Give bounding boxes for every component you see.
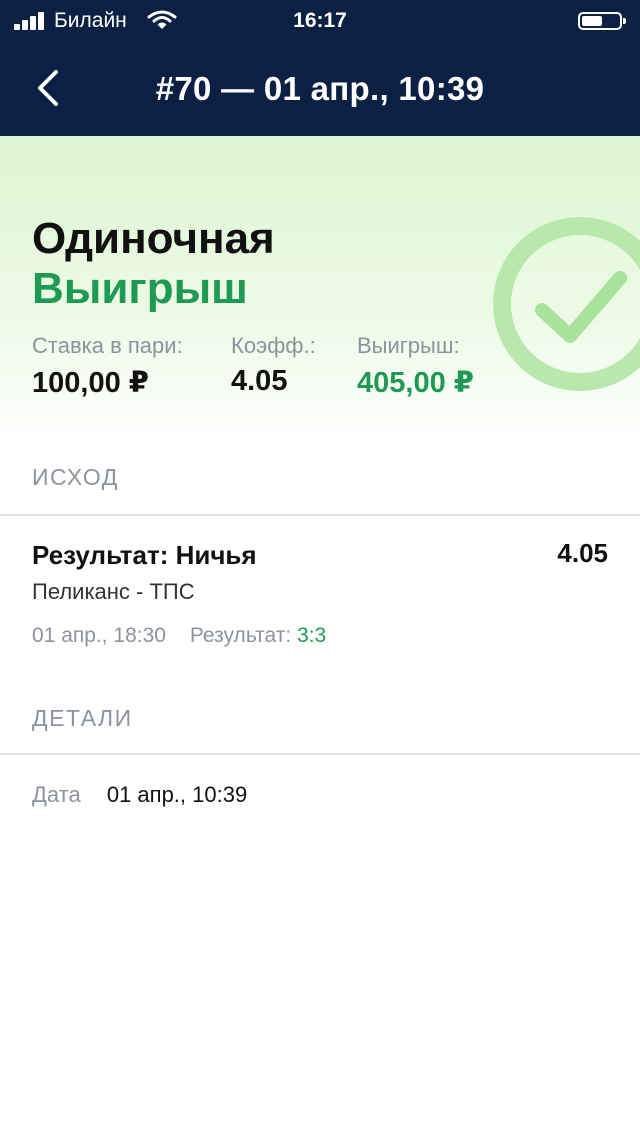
- outcome-title: Результат: Ничья: [32, 540, 257, 570]
- detail-date-label: Дата: [32, 782, 81, 807]
- stake-stat: Ставка в пари: 100,00 ₽: [32, 333, 183, 400]
- check-circle-icon: [493, 217, 640, 391]
- event-date: 01 апр., 18:30: [32, 624, 166, 647]
- bet-type: Одиночная: [32, 214, 275, 263]
- nav-bar: #70 — 01 апр., 10:39: [0, 40, 640, 136]
- page-title: #70 — 01 апр., 10:39: [155, 70, 485, 107]
- divider: [0, 753, 640, 755]
- result-label: Результат:: [189, 624, 292, 647]
- bet-summary: Одиночная Выигрыш Ставка в пари: 100,00 …: [0, 136, 640, 446]
- outcome-item[interactable]: Результат: Ничья 4.05 Пеликанс - ТПС 01 …: [0, 516, 640, 666]
- win-label: Выигрыш:: [357, 333, 460, 358]
- battery-level: [582, 16, 602, 26]
- outcome-odds: 4.05: [557, 538, 608, 568]
- event-name: Пеликанс - ТПС: [32, 579, 195, 604]
- battery-icon: [578, 12, 626, 30]
- odds-value: 4.05: [231, 365, 288, 397]
- detail-row-date: Дата 01 апр., 10:39: [32, 782, 247, 808]
- status-bar: Билайн 16:17: [0, 0, 640, 40]
- win-stat: Выигрыш: 405,00 ₽: [357, 333, 474, 400]
- stake-value: 100,00 ₽: [32, 367, 149, 399]
- odds-label: Коэфф.:: [231, 333, 316, 358]
- outcome-meta: 01 апр., 18:30 Результат: 3:3: [32, 624, 326, 648]
- outcome-section-header: ИСХОД: [32, 464, 119, 490]
- stake-label: Ставка в пари:: [32, 333, 183, 358]
- result-score: 3:3: [297, 624, 327, 647]
- detail-date-value: 01 апр., 10:39: [106, 782, 248, 807]
- bet-status: Выигрыш: [32, 264, 248, 313]
- win-value: 405,00 ₽: [357, 367, 474, 399]
- details-section-header: ДЕТАЛИ: [32, 705, 133, 731]
- clock: 16:17: [293, 9, 347, 32]
- odds-stat: Коэфф.: 4.05: [231, 333, 316, 398]
